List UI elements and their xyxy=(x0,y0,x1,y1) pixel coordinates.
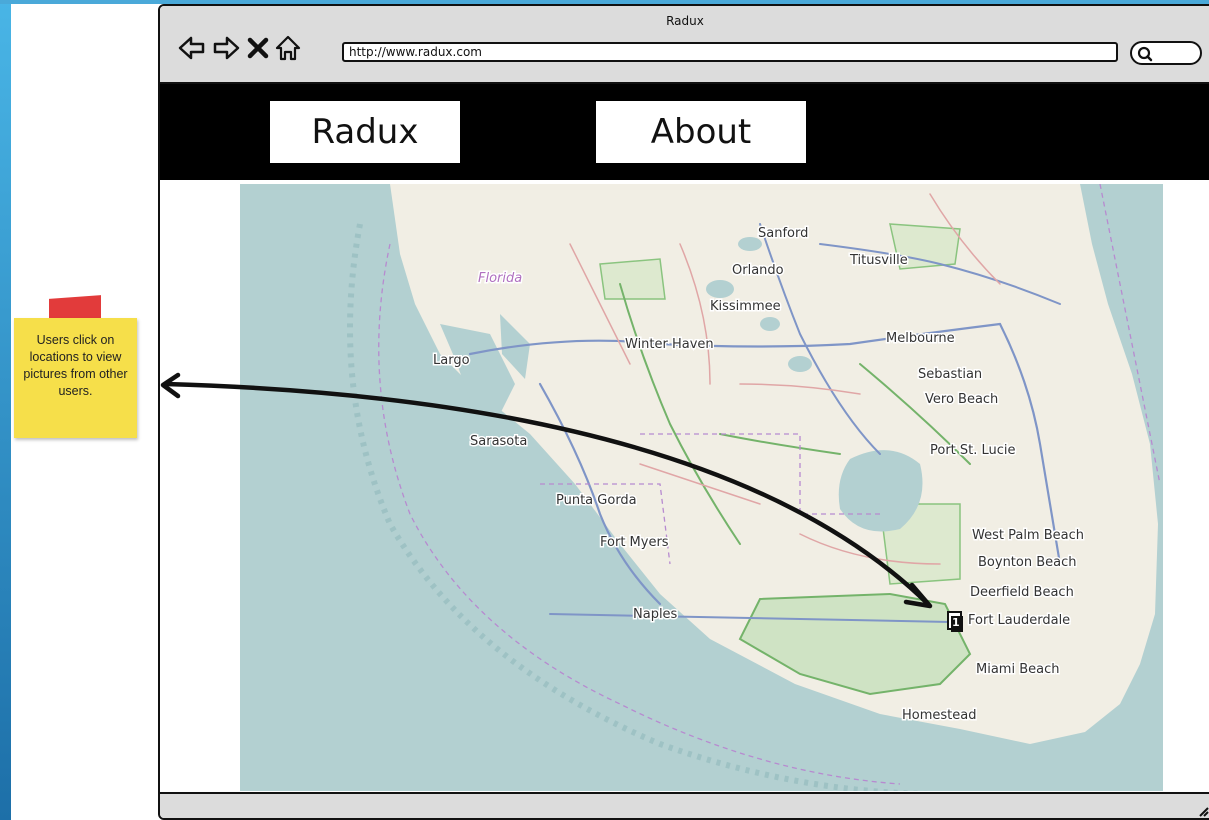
nav-about-button[interactable]: About xyxy=(596,101,806,163)
map-label-sarasota: Sarasota xyxy=(470,434,527,449)
search-button[interactable] xyxy=(1130,41,1202,65)
map-label-titusville: Titusville xyxy=(849,253,908,268)
map-label-naples: Naples xyxy=(633,607,678,622)
nav-radux-button[interactable]: Radux xyxy=(270,101,460,163)
browser-titlebar: Radux http://www.radux.com xyxy=(160,6,1209,84)
florida-map[interactable]: Florida Sanford Orlando Titusville Kissi… xyxy=(240,184,1163,791)
map-label-sebastian: Sebastian xyxy=(918,367,982,382)
browser-statusbar xyxy=(160,792,1209,818)
sticky-note: Users click on locations to view picture… xyxy=(14,318,137,438)
left-edge-stripe xyxy=(0,0,11,820)
map-label-port-st-lucie: Port St. Lucie xyxy=(930,443,1016,458)
map-label-homestead: Homestead xyxy=(902,708,976,723)
back-arrow-icon[interactable] xyxy=(178,34,206,62)
forward-arrow-icon[interactable] xyxy=(212,34,240,62)
map-label-deerfield-beach: Deerfield Beach xyxy=(970,585,1074,600)
map-canvas: Florida Sanford Orlando Titusville Kissi… xyxy=(347,184,1161,791)
park-area xyxy=(738,592,972,696)
stop-x-icon[interactable] xyxy=(246,34,270,62)
sticky-note-text: Users click on locations to view picture… xyxy=(23,333,128,398)
park-area xyxy=(599,258,666,300)
map-label-vero-beach: Vero Beach xyxy=(925,392,998,407)
map-label-sanford: Sanford xyxy=(758,226,808,241)
map-label-kissimmee: Kissimmee xyxy=(710,299,781,314)
location-marker[interactable]: 1 xyxy=(947,611,963,632)
map-label-fort-myers: Fort Myers xyxy=(600,535,669,550)
map-label-orlando: Orlando xyxy=(732,263,784,278)
site-navbar: Radux About xyxy=(160,84,1209,180)
map-label-punta-gorda: Punta Gorda xyxy=(556,493,637,508)
map-label-largo: Largo xyxy=(433,353,470,368)
search-icon xyxy=(1137,46,1153,62)
address-bar[interactable]: http://www.radux.com xyxy=(342,42,1118,62)
map-label-boynton-beach: Boynton Beach xyxy=(978,555,1077,570)
map-label-melbourne: Melbourne xyxy=(886,331,955,346)
browser-window: Radux http://www.radux.com Radux About F… xyxy=(158,4,1209,820)
marker-count: 1 xyxy=(952,616,960,629)
map-label-west-palm-beach: West Palm Beach xyxy=(972,528,1084,543)
map-label-miami-beach: Miami Beach xyxy=(976,662,1059,677)
window-title: Radux xyxy=(666,14,704,28)
map-label-fort-lauderdale: Fort Lauderdale xyxy=(968,613,1070,628)
home-icon[interactable] xyxy=(274,34,302,62)
map-label-florida: Florida xyxy=(478,271,522,286)
map-label-winter-haven: Winter Haven xyxy=(625,337,714,352)
resize-grip-icon[interactable] xyxy=(1192,800,1209,818)
